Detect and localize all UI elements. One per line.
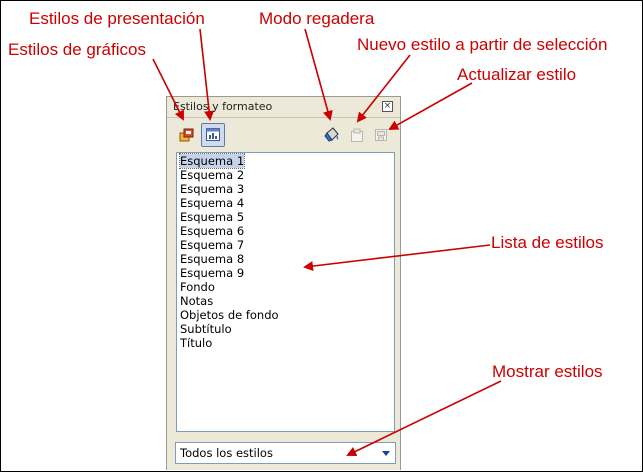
style-filter-dropdown[interactable]: Todos los estilos <box>175 442 396 464</box>
new-style-from-selection-icon <box>351 128 363 142</box>
chevron-down-icon <box>382 450 390 456</box>
style-list-item[interactable]: Objetos de fondo <box>179 308 392 322</box>
callout-update-style: Actualizar estilo <box>457 65 577 84</box>
style-list-item[interactable]: Esquema 7 <box>179 238 392 252</box>
style-list-item[interactable]: Esquema 2 <box>179 168 392 182</box>
style-list-item-label: Esquema 3 <box>180 182 245 196</box>
style-list-item-label: Esquema 5 <box>180 210 245 224</box>
update-style-icon <box>375 129 387 141</box>
style-list-item-label: Esquema 4 <box>180 196 245 210</box>
style-list-item[interactable]: Esquema 5 <box>179 210 392 224</box>
arrow-update-style <box>388 82 473 130</box>
panel-title: Estilos y formateo <box>173 100 273 113</box>
style-list-item[interactable]: Subtítulo <box>179 322 392 336</box>
style-list-item[interactable]: Esquema 8 <box>179 252 392 266</box>
style-list-item-label: Notas <box>180 294 214 308</box>
dropdown-button[interactable] <box>377 443 395 463</box>
presentation-styles-icon <box>206 128 220 141</box>
callout-graphic-styles: Estilos de gráficos <box>8 40 146 59</box>
close-icon[interactable]: × <box>382 101 393 112</box>
style-list-item-label: Título <box>180 336 213 350</box>
style-list-item[interactable]: Fondo <box>179 280 392 294</box>
style-list-item-label: Esquema 9 <box>180 266 245 280</box>
style-list-item-label: Esquema 6 <box>180 224 245 238</box>
graphic-styles-icon <box>179 128 194 142</box>
style-list-item-label: Esquema 8 <box>180 252 245 266</box>
style-list-item-label: Esquema 2 <box>180 168 245 182</box>
callout-presentation-styles: Estilos de presentación <box>29 9 205 28</box>
callout-fill-mode: Modo regadera <box>259 9 375 28</box>
new-style-from-selection-button[interactable] <box>346 124 368 146</box>
style-list-item[interactable]: Notas <box>179 294 392 308</box>
title-separator <box>167 117 400 118</box>
callout-styles-list: Lista de estilos <box>491 233 604 252</box>
style-list-item[interactable]: Esquema 9 <box>179 266 392 280</box>
fill-format-mode-button[interactable] <box>321 124 343 146</box>
style-filter-value: Todos los estilos <box>180 446 273 460</box>
style-list-item-label: Esquema 1 <box>178 153 246 169</box>
style-list-item[interactable]: Esquema 4 <box>179 196 392 210</box>
style-list-item-label: Objetos de fondo <box>180 308 279 322</box>
style-list-item[interactable]: Título <box>179 336 392 350</box>
paint-bucket-icon <box>324 127 339 142</box>
callout-show-styles: Mostrar estilos <box>492 362 603 381</box>
presentation-styles-button[interactable] <box>201 123 225 147</box>
update-style-button[interactable] <box>370 124 392 146</box>
style-list-item[interactable]: Esquema 1 <box>178 153 392 169</box>
callout-new-style: Nuevo estilo a partir de selección <box>357 35 608 54</box>
styles-list[interactable]: Esquema 1 Esquema 2 Esquema 3 Esquema 4 Esqu… <box>176 152 395 432</box>
style-list-item[interactable]: Esquema 3 <box>179 182 392 196</box>
style-list-item-label: Fondo <box>180 280 215 294</box>
style-list-item-label: Esquema 7 <box>180 238 245 252</box>
styles-and-formatting-panel: Estilos y formateo × Esquema 1 Esquema 2… <box>166 96 401 470</box>
style-list-item-label: Subtítulo <box>180 322 232 336</box>
graphic-styles-button[interactable] <box>176 124 198 146</box>
style-list-item[interactable]: Esquema 6 <box>179 224 392 238</box>
